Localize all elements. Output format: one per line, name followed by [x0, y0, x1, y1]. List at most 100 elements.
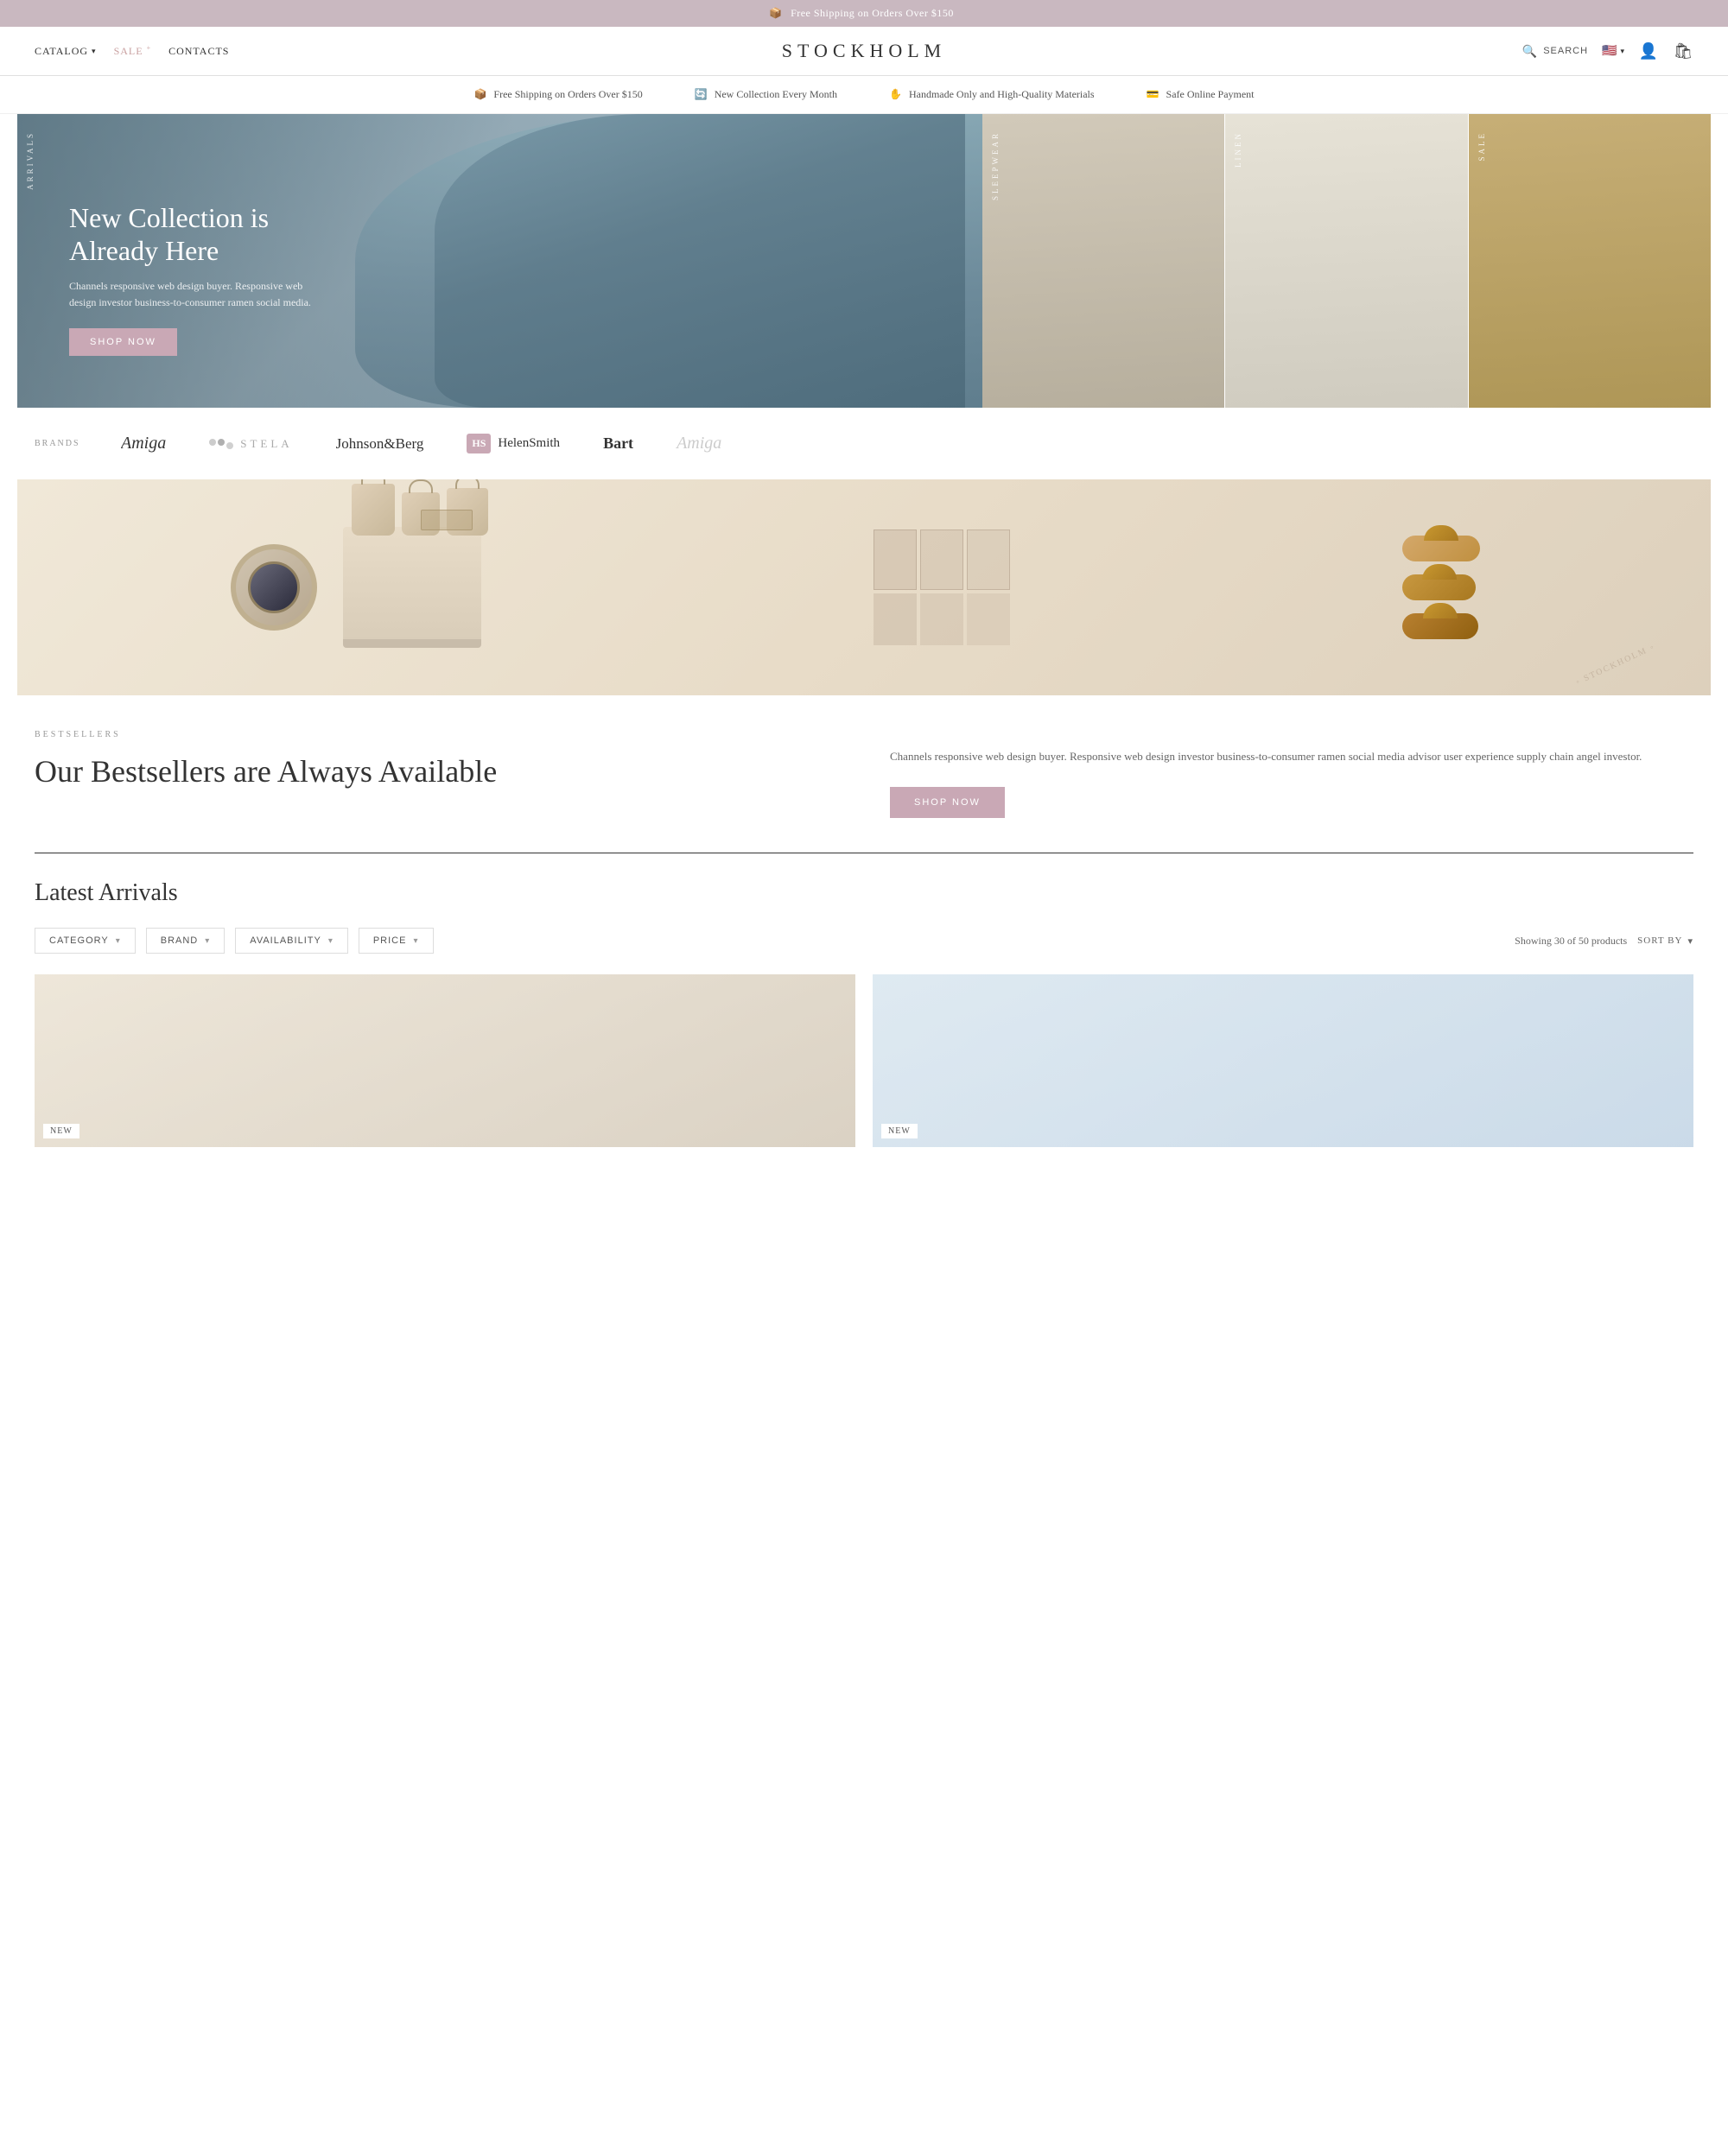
bestsellers-section: BESTSELLERS Our Bestsellers are Always A…: [0, 695, 1728, 853]
bestsellers-shop-now-button[interactable]: SHOP NOW: [890, 787, 1005, 818]
product-badge-2: New: [881, 1124, 918, 1138]
product-img-overlay-1: [35, 974, 855, 1147]
hero-side-panels: SLEEPWEAR LINEN SALE: [982, 114, 1711, 408]
latest-arrivals-title: Latest Arrivals: [35, 879, 1693, 907]
hero-section: ARRIVALS New Collection is Already Here …: [17, 114, 1711, 408]
filter-availability-label: AVAILABILITY: [250, 935, 321, 946]
filters-row: CATEGORY ▾ BRAND ▾ AVAILABILITY ▾ PRICE …: [35, 928, 1693, 954]
bestsellers-left: BESTSELLERS Our Bestsellers are Always A…: [35, 730, 838, 790]
product-card-1: New: [35, 974, 855, 1147]
filter-brand-label: BRAND: [161, 935, 199, 946]
collection-icon: 🔄: [695, 88, 708, 101]
chevron-down-icon: ▾: [92, 47, 97, 56]
nav-left: CATALOG ▾ SALE + CONTACTS: [35, 44, 229, 58]
bestsellers-title: Our Bestsellers are Always Available: [35, 753, 838, 790]
top-banner: 📦 Free Shipping on Orders Over $150: [0, 0, 1728, 27]
stela-dots-icon: [209, 439, 233, 449]
products-row: New New: [35, 974, 1693, 1147]
nav-catalog[interactable]: CATALOG ▾: [35, 45, 97, 58]
filter-brand-button[interactable]: BRAND ▾: [146, 928, 226, 954]
shelf-item-1: [874, 529, 917, 590]
hero-panel-linen[interactable]: LINEN: [1225, 114, 1467, 408]
panel-label-sleepwear: SLEEPWEAR: [982, 114, 1008, 218]
feature-payment: 💳 Safe Online Payment: [1147, 88, 1255, 101]
shelf-item-6: [967, 593, 1010, 645]
sort-by-button[interactable]: SORT BY ▾: [1637, 935, 1693, 947]
panel-label-sale: SALE: [1469, 114, 1495, 179]
brand-amiga-1[interactable]: Amiga: [121, 434, 166, 453]
hero-content: New Collection is Already Here Channels …: [69, 201, 328, 356]
lifestyle-watermark: ◦ STOCKHOLM ◦: [1572, 649, 1659, 681]
lifestyle-mirror-inner: [248, 561, 300, 613]
filter-brand-arrow: ▾: [205, 936, 210, 946]
hat-display: [1402, 536, 1480, 639]
hero-shop-now-button[interactable]: SHOP NOW: [69, 328, 177, 356]
filters-right: Showing 30 of 50 products SORT BY ▾: [1515, 935, 1693, 948]
feature-bar: 📦 Free Shipping on Orders Over $150 🔄 Ne…: [0, 76, 1728, 114]
account-button[interactable]: 👤: [1638, 41, 1659, 61]
banner-icon: 📦: [769, 7, 782, 19]
brands-list: Amiga STELA Johnson&Berg HS HelenSmith B…: [121, 434, 1693, 453]
hero-panel-sleepwear[interactable]: SLEEPWEAR: [982, 114, 1224, 408]
flag-icon: 🇺🇸: [1602, 44, 1617, 59]
bestsellers-right: Channels responsive web design buyer. Re…: [890, 730, 1693, 818]
hero-main-panel: ARRIVALS New Collection is Already Here …: [17, 114, 982, 408]
product-image-2: New: [873, 974, 1693, 1147]
header-actions: 🔍 SEARCH 🇺🇸 ▾ 👤 🛍: [1522, 41, 1693, 61]
site-logo[interactable]: STOCKHOLM: [782, 40, 947, 61]
shelf-item-2: [920, 529, 963, 590]
bestsellers-description: Channels responsive web design buyer. Re…: [890, 747, 1693, 766]
search-button[interactable]: 🔍 SEARCH: [1522, 44, 1588, 59]
hero-description: Channels responsive web design buyer. Re…: [69, 278, 328, 311]
cabinet-box: [421, 510, 473, 530]
hat-3: [1402, 613, 1478, 639]
hero-panel-sale[interactable]: SALE: [1469, 114, 1711, 408]
showing-count: Showing 30 of 50 products: [1515, 935, 1627, 948]
brand-helensmith[interactable]: HS HelenSmith: [467, 434, 560, 453]
panel-label-linen: LINEN: [1225, 114, 1251, 185]
filter-category-label: CATEGORY: [49, 935, 109, 946]
hat-1: [1402, 536, 1480, 561]
filter-category-button[interactable]: CATEGORY ▾: [35, 928, 136, 954]
user-icon: 👤: [1639, 42, 1658, 60]
feature-collection: 🔄 New Collection Every Month: [695, 88, 837, 101]
hero-title: New Collection is Already Here: [69, 201, 328, 268]
hero-label-arrivals: ARRIVALS: [17, 114, 43, 207]
cabinet-base: [343, 639, 481, 648]
nav-sale[interactable]: SALE +: [114, 44, 152, 58]
product-badge-1: New: [43, 1124, 79, 1138]
filter-price-label: PRICE: [373, 935, 407, 946]
banner-text: Free Shipping on Orders Over $150: [791, 7, 954, 19]
cart-icon: 🛍: [1674, 42, 1693, 60]
filter-category-arrow: ▾: [116, 936, 121, 946]
feature-shipping: 📦 Free Shipping on Orders Over $150: [473, 88, 642, 101]
product-card-2: New: [873, 974, 1693, 1147]
brand-stela-name: STELA: [240, 437, 292, 451]
product-img-overlay-2: [873, 974, 1693, 1147]
handmade-icon: ✋: [889, 88, 902, 101]
brands-label: BRANDS: [35, 439, 86, 448]
brands-bar: BRANDS Amiga STELA Johnson&Berg HS Helen…: [0, 408, 1728, 479]
filter-availability-arrow: ▾: [328, 936, 334, 946]
bag-1: [352, 484, 395, 536]
watermark-text: ◦ STOCKHOLM ◦: [1574, 642, 1656, 687]
header: CATALOG ▾ SALE + CONTACTS STOCKHOLM 🔍 SE…: [0, 27, 1728, 76]
brand-bart[interactable]: Bart: [603, 434, 633, 453]
hat-2: [1402, 574, 1476, 600]
bestsellers-tag: BESTSELLERS: [35, 730, 838, 739]
brand-johnson[interactable]: Johnson&Berg: [336, 435, 424, 453]
lifestyle-left: [213, 527, 481, 648]
brand-stela[interactable]: STELA: [209, 437, 292, 451]
nav-contacts[interactable]: CONTACTS: [168, 45, 229, 58]
currency-selector[interactable]: 🇺🇸 ▾: [1602, 44, 1624, 59]
logo-container: STOCKHOLM: [782, 40, 947, 62]
brand-amiga-2[interactable]: Amiga: [677, 434, 721, 453]
product-image-1: New: [35, 974, 855, 1147]
feature-handmade: ✋ Handmade Only and High-Quality Materia…: [889, 88, 1095, 101]
shelf-item-5: [920, 593, 963, 645]
shipping-icon: 📦: [473, 88, 486, 101]
filter-availability-button[interactable]: AVAILABILITY ▾: [235, 928, 348, 954]
filter-price-button[interactable]: PRICE ▾: [359, 928, 434, 954]
sale-badge: +: [147, 44, 152, 52]
cart-button[interactable]: 🛍: [1673, 41, 1693, 61]
